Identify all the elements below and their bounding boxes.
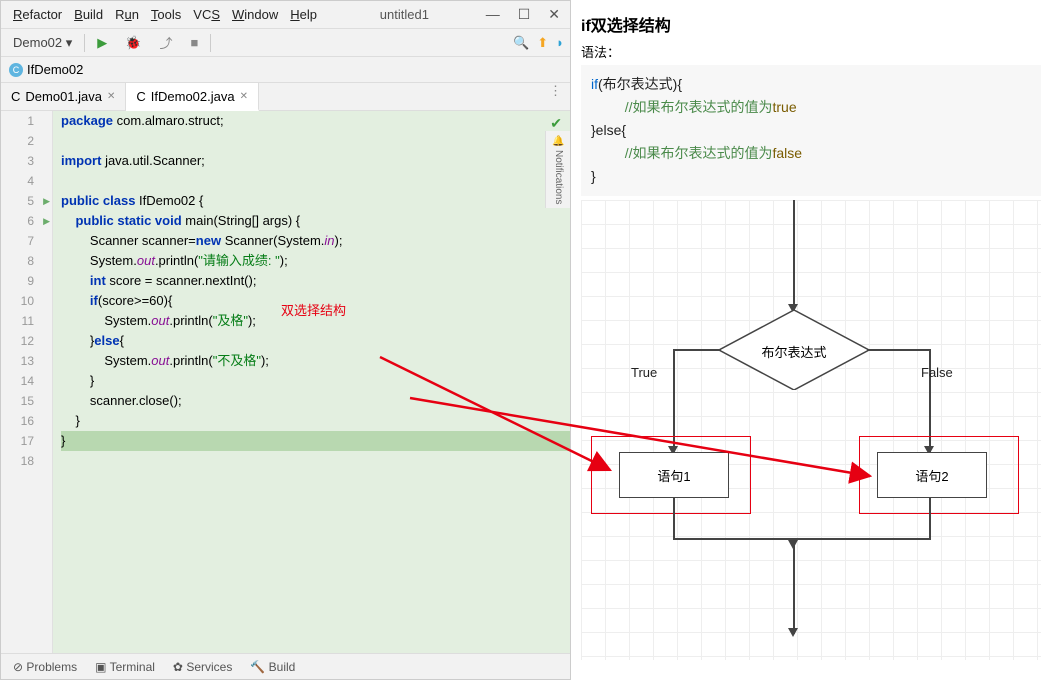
- build-icon: 🔨: [250, 660, 265, 674]
- class-icon: C: [11, 89, 20, 104]
- menu-refactor[interactable]: Refactor: [7, 5, 68, 24]
- label-false: False: [921, 365, 953, 380]
- close-tab-icon[interactable]: ✕: [107, 91, 115, 102]
- bottom-bar: ⊘ Problems ▣ Terminal ✿ Services 🔨 Build: [1, 653, 570, 679]
- gutter: 1 2 3 4 5▶ 6▶ 7 8 9 10 11 12 13 14 15 16…: [1, 111, 53, 653]
- toolbar: Demo02 ▾ ▶ 🐞 ⤴ ■ 🔍 ⬆ ◗: [1, 29, 570, 57]
- tab-ifdemo02[interactable]: C IfDemo02.java ✕: [126, 83, 259, 111]
- menu-help[interactable]: Help: [284, 5, 323, 24]
- brand-icon[interactable]: ◗: [556, 35, 564, 50]
- code-area[interactable]: ✔ 🔔 Notifications package com.almaro.str…: [53, 111, 570, 653]
- run-gutter-icon[interactable]: ▶: [43, 196, 50, 207]
- menubar: Refactor Build Run Tools VCS Window Help…: [1, 1, 570, 29]
- problems-icon: ⊘: [13, 660, 23, 674]
- menu-tools[interactable]: Tools: [145, 5, 187, 24]
- coverage-icon[interactable]: ⤴: [153, 32, 178, 53]
- editor[interactable]: 1 2 3 4 5▶ 6▶ 7 8 9 10 11 12 13 14 15 16…: [1, 111, 570, 653]
- stop-icon[interactable]: ■: [185, 34, 205, 51]
- label-true: True: [631, 365, 657, 380]
- highlight-box-2: [859, 436, 1019, 514]
- close-icon[interactable]: ✕: [548, 6, 560, 23]
- window-title: untitled1: [323, 7, 486, 22]
- services-icon: ✿: [173, 660, 183, 674]
- syntax-block: if(布尔表达式){ //如果布尔表达式的值为true }else{ //如果布…: [581, 65, 1041, 196]
- run-gutter-icon[interactable]: ▶: [43, 216, 50, 227]
- class-icon: C: [136, 89, 145, 104]
- run-config-selector[interactable]: Demo02 ▾: [7, 34, 78, 52]
- breadcrumb-label: IfDemo02: [27, 62, 83, 77]
- class-icon: C: [9, 63, 23, 77]
- red-annotation: 双选择结构: [281, 301, 346, 321]
- update-icon[interactable]: ⬆: [537, 35, 548, 51]
- maximize-icon[interactable]: ☐: [518, 6, 531, 23]
- diamond-condition: 布尔表达式: [719, 310, 869, 390]
- notes-subtitle: 语法：: [581, 42, 1041, 61]
- terminal-icon: ▣: [95, 660, 106, 674]
- tab-more-icon[interactable]: ⋮: [541, 83, 570, 110]
- build-tab[interactable]: 🔨 Build: [250, 660, 295, 674]
- highlight-box-1: [591, 436, 751, 514]
- menu-vcs[interactable]: VCS: [187, 5, 226, 24]
- run-icon[interactable]: ▶: [91, 34, 113, 52]
- menu-run[interactable]: Run: [109, 5, 145, 24]
- status-check-icon: ✔: [550, 113, 562, 133]
- flowchart: 布尔表达式 True False 语句1 语句2: [581, 200, 1041, 660]
- close-tab-icon[interactable]: ✕: [240, 91, 248, 102]
- problems-tab[interactable]: ⊘ Problems: [13, 660, 77, 674]
- notes-panel: if双选择结构 语法： if(布尔表达式){ //如果布尔表达式的值为true …: [571, 0, 1051, 680]
- terminal-tab[interactable]: ▣ Terminal: [95, 660, 155, 674]
- notifications-tab[interactable]: 🔔 Notifications: [545, 131, 570, 208]
- menu-build[interactable]: Build: [68, 5, 109, 24]
- ide-window: Refactor Build Run Tools VCS Window Help…: [0, 0, 571, 680]
- debug-icon[interactable]: 🐞: [119, 34, 147, 52]
- menu-window[interactable]: Window: [226, 5, 284, 24]
- editor-tabs: C Demo01.java ✕ C IfDemo02.java ✕ ⋮: [1, 83, 570, 111]
- notes-heading: if双选择结构: [581, 12, 1041, 36]
- services-tab[interactable]: ✿ Services: [173, 660, 232, 674]
- minimize-icon[interactable]: —: [486, 6, 500, 23]
- breadcrumb[interactable]: C IfDemo02: [1, 57, 570, 83]
- search-icon[interactable]: 🔍: [513, 35, 529, 51]
- tab-demo01[interactable]: C Demo01.java ✕: [1, 83, 126, 110]
